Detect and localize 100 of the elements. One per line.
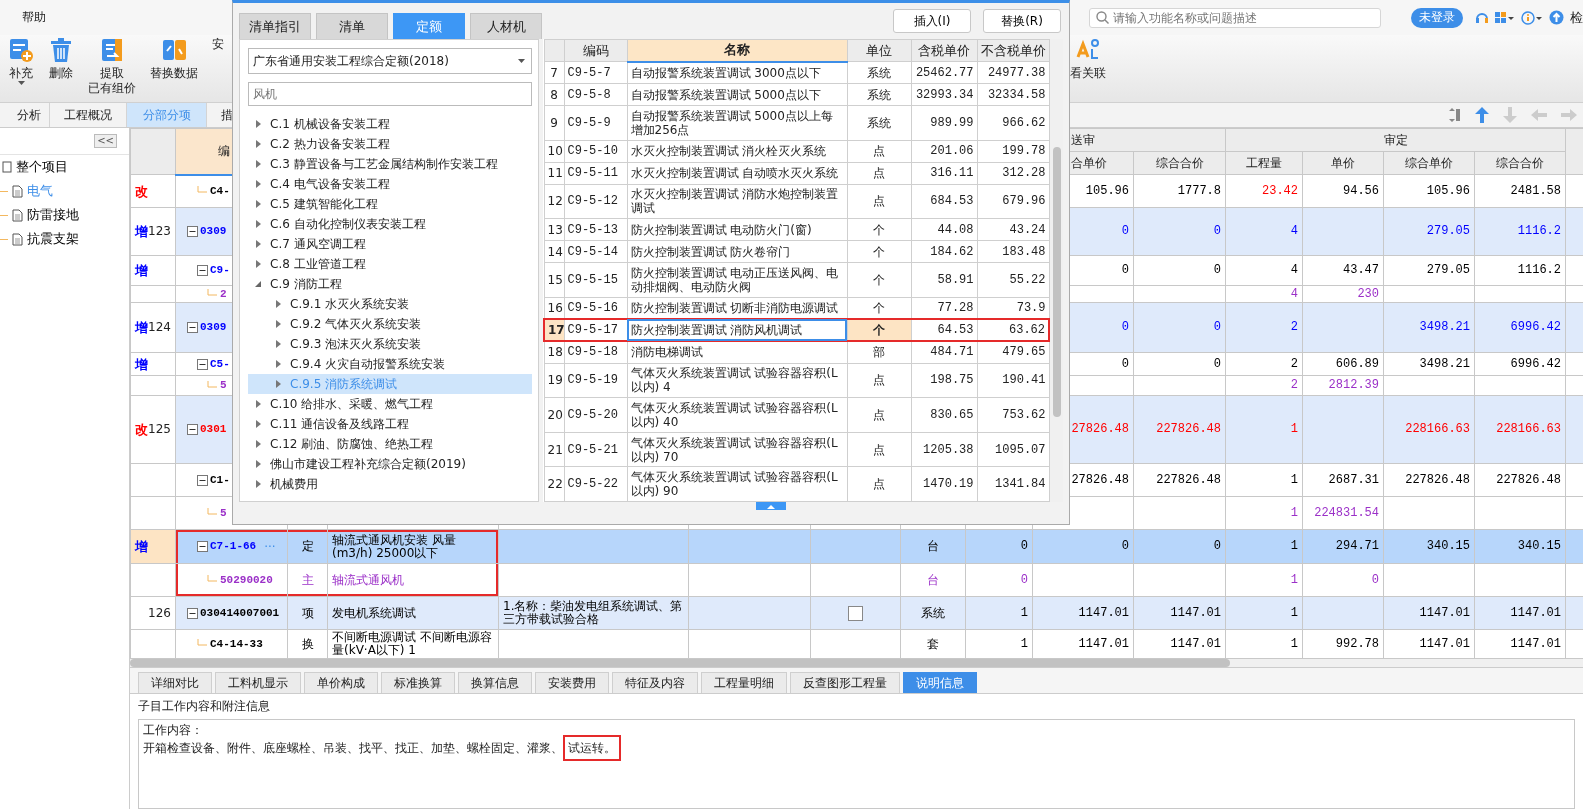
dialog-tab[interactable]: 人材机 xyxy=(470,13,542,39)
apps-icon[interactable] xyxy=(1495,11,1515,24)
column-header[interactable]: 单位 xyxy=(847,39,911,62)
collapse-button[interactable]: << xyxy=(94,134,117,148)
expander-icon[interactable] xyxy=(254,240,262,248)
tree-item[interactable]: C.9.2 气体灭火系统安装 xyxy=(248,314,532,334)
expander-icon[interactable] xyxy=(254,160,262,168)
detail-tab[interactable]: 换算信息 xyxy=(458,672,532,693)
item-code: C4- xyxy=(210,184,230,198)
table-cell: 系统 xyxy=(900,596,966,630)
table-cell: 发电机系统调试 xyxy=(327,596,499,630)
expander-icon[interactable] xyxy=(274,320,282,328)
detail-tab[interactable]: 标准换算 xyxy=(381,672,455,693)
table-cell: 55.22 xyxy=(977,262,1049,298)
column-header[interactable]: 编码 xyxy=(564,39,627,62)
check-label[interactable]: 检 xyxy=(1570,8,1583,27)
expander-icon[interactable] xyxy=(254,400,262,408)
toolbar-button[interactable]: 看关联 xyxy=(1066,37,1110,102)
table-cell: 防火控制装置调试 电动正压送风阀、电动排烟阀、电动防火阀 xyxy=(627,262,847,298)
tree-item[interactable]: C.9.3 泡沫灭火系统安装 xyxy=(248,334,532,354)
toolbar-button[interactable]: 安 xyxy=(208,37,228,52)
detail-tab[interactable]: 特征及内容 xyxy=(612,672,698,693)
menu-item[interactable]: 帮助 xyxy=(0,9,46,26)
collapse-icon[interactable] xyxy=(197,541,208,552)
tree-item[interactable]: 整个项目 xyxy=(0,155,68,179)
filter-field[interactable]: 风机 xyxy=(248,82,532,106)
expander-icon[interactable] xyxy=(254,180,262,188)
tree-item[interactable]: 防雷接地 xyxy=(8,203,79,227)
table-cell: C9-5-8 xyxy=(564,83,627,106)
toolbar-button[interactable]: 补充 xyxy=(4,37,38,88)
column-header[interactable]: 含税单价 xyxy=(911,39,977,62)
tree-item[interactable]: C.8 工业管道工程 xyxy=(248,254,532,274)
detail-tab[interactable]: 单价构成 xyxy=(304,672,378,693)
tree-item[interactable]: 佛山市建设工程补充综合定额(2019) xyxy=(248,454,532,474)
tree-item[interactable]: C.7 通风空调工程 xyxy=(248,234,532,254)
tree-item[interactable]: C.5 建筑智能化工程 xyxy=(248,194,532,214)
tree-item[interactable]: C.9.4 火灾自动报警系统安装 xyxy=(248,354,532,374)
collapse-icon[interactable] xyxy=(197,358,208,370)
dialog-tab[interactable]: 清单 xyxy=(316,13,388,39)
tree-item[interactable]: 电气 xyxy=(8,179,53,203)
collapse-icon[interactable] xyxy=(197,265,208,276)
table-cell: 201.06 xyxy=(911,140,977,163)
column-header[interactable]: 不含税单价 xyxy=(977,39,1049,62)
expander-icon[interactable] xyxy=(254,420,262,428)
tree-item[interactable]: C.11 通信设备及线路工程 xyxy=(248,414,532,434)
detail-tab[interactable]: 工料机显示 xyxy=(215,672,301,693)
expander-icon[interactable] xyxy=(274,380,282,388)
table-cell: 防火控制装置调试 电动防火门(窗) xyxy=(627,218,847,241)
search-field[interactable]: 请输入功能名称或问题描述 xyxy=(1113,10,1374,25)
tree-item[interactable]: C.9 消防工程 xyxy=(248,274,532,294)
expander-icon[interactable] xyxy=(254,440,262,448)
tree-item[interactable]: C.6 自动化控制仪表安装工程 xyxy=(248,214,532,234)
toolbar-button[interactable]: 提取 已有组价 xyxy=(84,37,140,96)
collapse-icon[interactable] xyxy=(187,607,198,619)
row-number: 9 xyxy=(544,105,564,141)
expander-icon[interactable] xyxy=(254,220,262,228)
checkbox[interactable] xyxy=(848,605,863,621)
tree-item[interactable]: 机械费用 xyxy=(248,474,532,494)
detail-tab[interactable]: 反查图形工程量 xyxy=(790,672,900,693)
horizontal-scrollbar[interactable] xyxy=(130,659,1583,667)
tree-item[interactable]: C.9.1 水灭火系统安装 xyxy=(248,294,532,314)
toolbar-button[interactable]: 删除 xyxy=(44,37,78,81)
search-box[interactable]: 请输入功能名称或问题描述 xyxy=(1089,7,1381,28)
expander-icon[interactable] xyxy=(254,260,262,268)
column-header[interactable]: 名称 xyxy=(627,39,847,62)
detail-tab[interactable]: 工程量明细 xyxy=(701,672,787,693)
collapse-icon[interactable] xyxy=(187,424,198,435)
library-dropdown[interactable]: 广东省通用安装工程综合定额(2018) xyxy=(248,48,532,74)
detail-tab[interactable]: 详细对比 xyxy=(138,672,212,693)
tree-item[interactable]: C.12 刷油、防腐蚀、绝热工程 xyxy=(248,434,532,454)
toolbar-button[interactable]: 替换数据 xyxy=(146,37,202,81)
expander-icon[interactable] xyxy=(274,360,282,368)
headset-icon[interactable] xyxy=(1475,10,1489,25)
arrow-up-icon[interactable] xyxy=(1475,107,1489,123)
row-number: 21 xyxy=(544,432,564,467)
dialog-button[interactable]: 插入(I) xyxy=(893,9,971,33)
dialog-button[interactable]: 替换(R) xyxy=(983,9,1061,33)
tree-item[interactable]: 抗震支架 xyxy=(8,227,79,251)
expander-icon[interactable] xyxy=(254,480,262,488)
upload-icon[interactable] xyxy=(1549,10,1564,25)
sort-icon[interactable] xyxy=(1449,107,1461,123)
table-cell: 0 xyxy=(965,563,1033,597)
collapse-icon[interactable] xyxy=(187,322,198,333)
expander-icon[interactable] xyxy=(274,340,282,348)
collapse-icon[interactable] xyxy=(187,226,198,237)
collapse-handle[interactable] xyxy=(756,502,786,510)
collapse-icon[interactable] xyxy=(197,474,208,486)
tree-item[interactable]: C.4 电气设备安装工程 xyxy=(248,174,532,194)
dialog-tab[interactable]: 清单指引 xyxy=(239,13,311,39)
detail-tab[interactable]: 安装费用 xyxy=(535,672,609,693)
expander-icon[interactable] xyxy=(254,280,262,288)
expander-icon[interactable] xyxy=(254,140,262,148)
tree-item[interactable]: C.10 给排水、采暖、燃气工程 xyxy=(248,394,532,414)
expander-icon[interactable] xyxy=(254,460,262,468)
table-cell: 套 xyxy=(900,629,966,659)
info-icon[interactable] xyxy=(1521,10,1543,25)
expander-icon[interactable] xyxy=(274,300,282,308)
caret-icon xyxy=(518,59,525,63)
tree-connector xyxy=(207,508,217,518)
table-cell: 主 xyxy=(287,563,328,597)
